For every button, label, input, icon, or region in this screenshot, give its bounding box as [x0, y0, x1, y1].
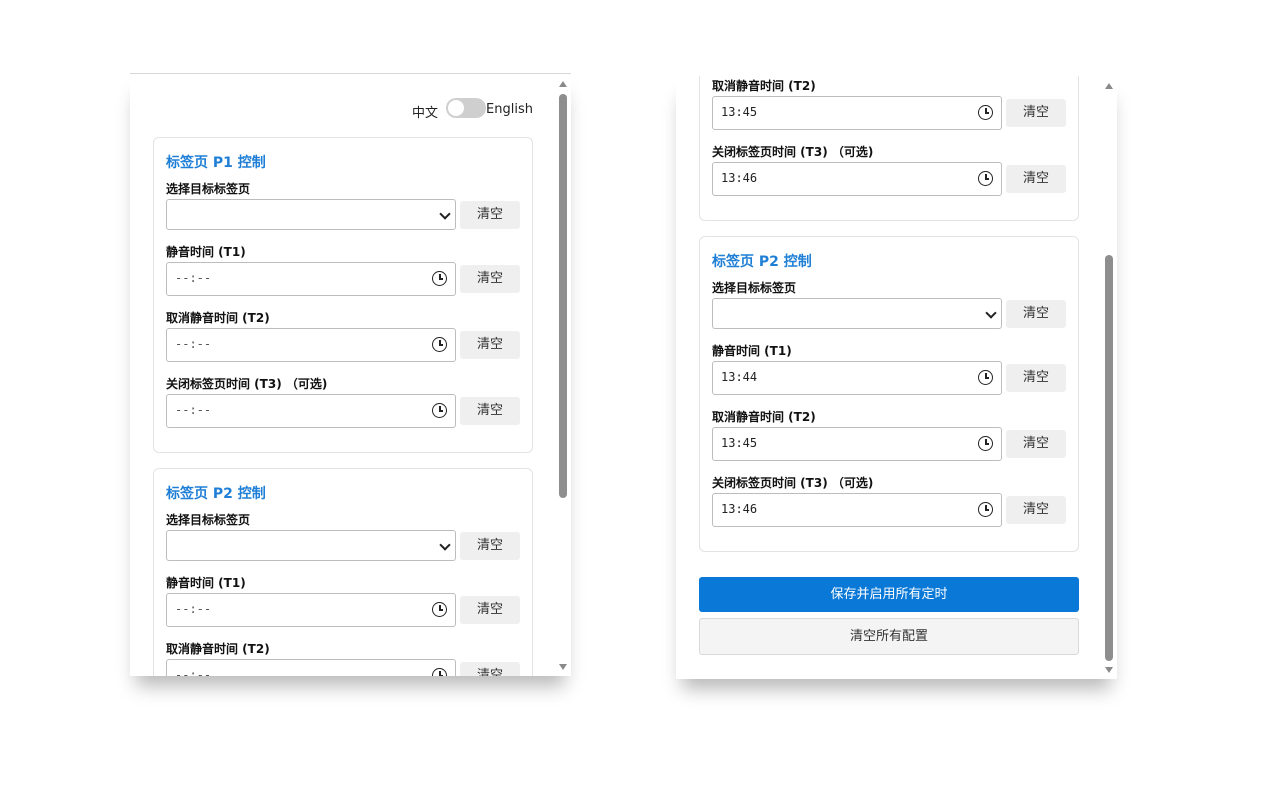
unmute-time-input[interactable]: 13:45: [712, 96, 1002, 130]
clear-target-tab-button[interactable]: 清空: [460, 201, 520, 229]
tab-p1-control-card: 取消静音时间 (T2) 13:45 清空 关闭标签页时间 (T3) （可选) 1…: [699, 76, 1079, 221]
card-title: 标签页 P2 控制: [712, 254, 812, 270]
target-tab-select[interactable]: [166, 530, 456, 561]
clock-icon[interactable]: [432, 337, 447, 352]
mute-time-input[interactable]: --:--: [166, 593, 456, 627]
close-tab-time-value: 13:46: [721, 502, 758, 516]
clear-mute-time-button[interactable]: 清空: [460, 596, 520, 624]
mute-time-label: 静音时间 (T1): [166, 576, 246, 590]
tab-p2-control-card: 标签页 P2 控制 选择目标标签页 清空 静音时间 (T1) --:-- 清空 …: [153, 468, 533, 676]
language-chinese-label: 中文: [411, 106, 438, 121]
mute-time-value: --:--: [175, 271, 212, 285]
target-tab-label: 选择目标标签页: [166, 513, 251, 527]
unmute-time-label: 取消静音时间 (T2): [712, 410, 816, 424]
unmute-time-input[interactable]: --:--: [166, 328, 456, 362]
language-toggle[interactable]: [446, 98, 486, 118]
scrollbar[interactable]: [1102, 76, 1117, 679]
target-tab-select[interactable]: [166, 199, 456, 230]
target-tab-label: 选择目标标签页: [166, 182, 251, 196]
clear-mute-time-button[interactable]: 清空: [1006, 364, 1066, 392]
unmute-time-label: 取消静音时间 (T2): [166, 311, 270, 325]
clear-unmute-time-button[interactable]: 清空: [1006, 430, 1066, 458]
chevron-down-icon: [439, 208, 451, 220]
clear-unmute-time-button[interactable]: 清空: [1006, 99, 1066, 127]
unmute-time-label: 取消静音时间 (T2): [712, 79, 816, 93]
clear-close-tab-time-button[interactable]: 清空: [1006, 165, 1066, 193]
extension-popup-bottom: 取消静音时间 (T2) 13:45 清空 关闭标签页时间 (T3) （可选) 1…: [676, 76, 1117, 679]
chevron-down-icon: [985, 307, 997, 319]
tab-p1-control-card: 标签页 P1 控制 选择目标标签页 清空 静音时间 (T1) --:-- 清空 …: [153, 137, 533, 453]
card-title: 标签页 P2 控制: [166, 486, 266, 502]
clear-all-config-button[interactable]: 清空所有配置: [699, 618, 1079, 655]
clock-icon[interactable]: [978, 105, 993, 120]
unmute-time-input[interactable]: --:--: [166, 659, 456, 676]
clock-icon[interactable]: [978, 171, 993, 186]
toggle-knob: [448, 100, 464, 116]
clock-icon[interactable]: [432, 271, 447, 286]
target-tab-label: 选择目标标签页: [712, 281, 797, 295]
unmute-time-label: 取消静音时间 (T2): [166, 642, 270, 656]
clear-unmute-time-button[interactable]: 清空: [460, 331, 520, 359]
close-tab-time-value: 13:46: [721, 171, 758, 185]
extension-popup-top: 中文 English 标签页 P1 控制 选择目标标签页 清空 静音时间 (T1…: [130, 73, 571, 676]
clear-close-tab-time-button[interactable]: 清空: [1006, 496, 1066, 524]
clear-mute-time-button[interactable]: 清空: [460, 265, 520, 293]
unmute-time-value: 13:45: [721, 436, 758, 450]
scroll-up-arrow-icon[interactable]: [559, 81, 567, 87]
clock-icon[interactable]: [432, 403, 447, 418]
mute-time-label: 静音时间 (T1): [712, 344, 792, 358]
mute-time-input[interactable]: --:--: [166, 262, 456, 296]
mute-time-value: --:--: [175, 602, 212, 616]
scrollbar-thumb[interactable]: [559, 94, 567, 498]
target-tab-select[interactable]: [712, 298, 1002, 329]
close-tab-time-label: 关闭标签页时间 (T3) （可选): [712, 145, 874, 159]
unmute-time-input[interactable]: 13:45: [712, 427, 1002, 461]
card-title: 标签页 P1 控制: [166, 155, 266, 171]
scroll-up-arrow-icon[interactable]: [1105, 83, 1113, 89]
close-tab-time-input[interactable]: 13:46: [712, 162, 1002, 196]
scroll-down-arrow-icon[interactable]: [1105, 667, 1113, 673]
clock-icon[interactable]: [978, 502, 993, 517]
close-tab-time-value: --:--: [175, 403, 212, 417]
scrollbar-thumb[interactable]: [1105, 255, 1113, 661]
mute-time-input[interactable]: 13:44: [712, 361, 1002, 395]
clear-target-tab-button[interactable]: 清空: [1006, 300, 1066, 328]
clock-icon[interactable]: [978, 370, 993, 385]
language-switch-row: 中文 English: [130, 98, 533, 121]
clock-icon[interactable]: [432, 668, 447, 676]
tab-p2-control-card: 标签页 P2 控制 选择目标标签页 清空 静音时间 (T1) 13:44 清空 …: [699, 236, 1079, 552]
mute-time-value: 13:44: [721, 370, 758, 384]
close-tab-time-input[interactable]: 13:46: [712, 493, 1002, 527]
chevron-down-icon: [439, 539, 451, 551]
close-tab-time-label: 关闭标签页时间 (T3) （可选): [712, 476, 874, 490]
mute-time-label: 静音时间 (T1): [166, 245, 246, 259]
clock-icon[interactable]: [432, 602, 447, 617]
unmute-time-value: --:--: [175, 337, 212, 351]
language-english-label: English: [486, 102, 533, 117]
save-and-enable-all-button[interactable]: 保存并启用所有定时: [699, 577, 1079, 612]
unmute-time-value: --:--: [175, 668, 212, 676]
scrollbar[interactable]: [556, 74, 571, 676]
clock-icon[interactable]: [978, 436, 993, 451]
close-tab-time-label: 关闭标签页时间 (T3) （可选): [166, 377, 328, 391]
clear-close-tab-time-button[interactable]: 清空: [460, 397, 520, 425]
unmute-time-value: 13:45: [721, 105, 758, 119]
scroll-down-arrow-icon[interactable]: [559, 664, 567, 670]
close-tab-time-input[interactable]: --:--: [166, 394, 456, 428]
clear-target-tab-button[interactable]: 清空: [460, 532, 520, 560]
clear-unmute-time-button[interactable]: 清空: [460, 662, 520, 676]
